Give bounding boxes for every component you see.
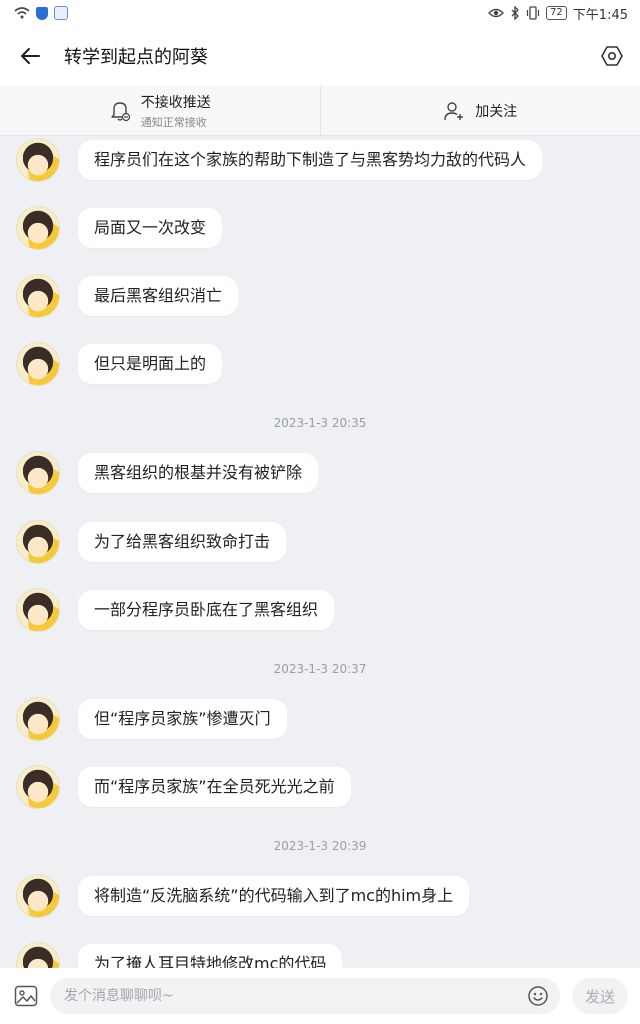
hexagon-settings-icon (601, 46, 623, 66)
avatar[interactable] (16, 274, 60, 318)
avatar[interactable] (16, 206, 60, 250)
send-button[interactable]: 发送 (572, 978, 628, 1014)
timestamp: 2023-1-3 20:35 (273, 416, 367, 430)
follow-label: 加关注 (475, 103, 518, 120)
message-list[interactable]: 程序员们在这个家族的帮助下制造了与黑客势均力敌的代码人 局面又一次改变 最后黑客… (0, 136, 640, 968)
message-bubble[interactable]: 但只是明面上的 (78, 344, 223, 384)
message-item: 而“程序员家族”在全员死光光之前 (16, 765, 351, 809)
clock: 下午1:45 (572, 7, 628, 23)
message-item: 为了给黑客组织致命打击 (16, 520, 287, 564)
no-push-sublabel: 通知正常接收 (140, 115, 207, 129)
avatar[interactable] (16, 942, 60, 968)
message-bubble[interactable]: 一部分程序员卧底在了黑客组织 (78, 590, 335, 630)
add-user-icon (444, 101, 464, 120)
message-bubble[interactable]: 程序员们在这个家族的帮助下制造了与黑客势均力敌的代码人 (78, 140, 543, 180)
message-input[interactable] (64, 988, 526, 1004)
smiley-icon (528, 986, 548, 1006)
message-bubble[interactable]: 将制造“反洗脑系统”的代码输入到了mc的him身上 (78, 876, 470, 916)
no-push-button[interactable]: 不接收推送 通知正常接收 (0, 86, 320, 135)
status-right: 72 下午1:45 (488, 4, 628, 23)
message-bubble[interactable]: 黑客组织的根基并没有被铲除 (78, 453, 319, 493)
chat-actions-bar: 不接收推送 通知正常接收 加关注 (0, 86, 640, 136)
avatar[interactable] (16, 520, 60, 564)
image-icon (14, 985, 38, 1007)
message-item: 局面又一次改变 (16, 206, 223, 250)
avatar[interactable] (16, 138, 60, 182)
message-item: 最后黑客组织消亡 (16, 274, 239, 318)
vibrate-icon (526, 6, 540, 20)
message-item: 程序员们在这个家族的帮助下制造了与黑客势均力敌的代码人 (16, 138, 543, 182)
message-bubble[interactable]: 而“程序员家族”在全员死光光之前 (78, 767, 351, 807)
composer-bar: 发送 (0, 968, 640, 1024)
message-bubble[interactable]: 但“程序员家族”惨遭灭门 (78, 699, 287, 739)
message-item: 为了掩人耳目特地修改mc的代码 (16, 942, 343, 968)
timestamp: 2023-1-3 20:37 (273, 662, 367, 676)
battery-indicator: 72 (546, 6, 567, 20)
status-left (14, 6, 68, 20)
arrow-left-icon (21, 48, 40, 64)
image-picker-button[interactable] (12, 982, 40, 1010)
message-item: 将制造“反洗脑系统”的代码输入到了mc的him身上 (16, 874, 470, 918)
avatar[interactable] (16, 765, 60, 809)
message-bubble[interactable]: 为了掩人耳目特地修改mc的代码 (78, 944, 343, 968)
avatar[interactable] (16, 874, 60, 918)
message-bubble[interactable]: 最后黑客组织消亡 (78, 276, 239, 316)
message-bubble[interactable]: 局面又一次改变 (78, 208, 223, 248)
page-title: 转学到起点的阿葵 (64, 47, 208, 68)
avatar[interactable] (16, 697, 60, 741)
message-item: 一部分程序员卧底在了黑客组织 (16, 588, 335, 632)
message-bubble[interactable]: 为了给黑客组织致命打击 (78, 522, 287, 562)
no-push-label: 不接收推送 (140, 94, 211, 111)
avatar[interactable] (16, 588, 60, 632)
avatar[interactable] (16, 342, 60, 386)
eye-icon (488, 8, 504, 18)
status-bar: 72 下午1:45 (0, 0, 640, 26)
chat-header: 转学到起点的阿葵 (0, 26, 640, 86)
follow-button[interactable]: 加关注 (319, 86, 640, 135)
settings-button[interactable] (584, 26, 640, 86)
emoji-button[interactable] (526, 984, 550, 1008)
bluetooth-icon (511, 6, 519, 20)
message-item: 但只是明面上的 (16, 342, 223, 386)
back-button[interactable] (0, 26, 60, 86)
security-app-icon (36, 6, 48, 20)
message-item: 但“程序员家族”惨遭灭门 (16, 697, 287, 741)
bell-muted-icon (111, 101, 130, 121)
wifi-icon (14, 7, 30, 19)
message-input-wrapper (50, 978, 560, 1014)
no-push-text: 不接收推送 通知正常接收 (141, 92, 211, 130)
avatar[interactable] (16, 451, 60, 495)
timestamp: 2023-1-3 20:39 (273, 839, 367, 853)
message-item: 黑客组织的根基并没有被铲除 (16, 451, 319, 495)
notification-app-icon (54, 6, 68, 20)
